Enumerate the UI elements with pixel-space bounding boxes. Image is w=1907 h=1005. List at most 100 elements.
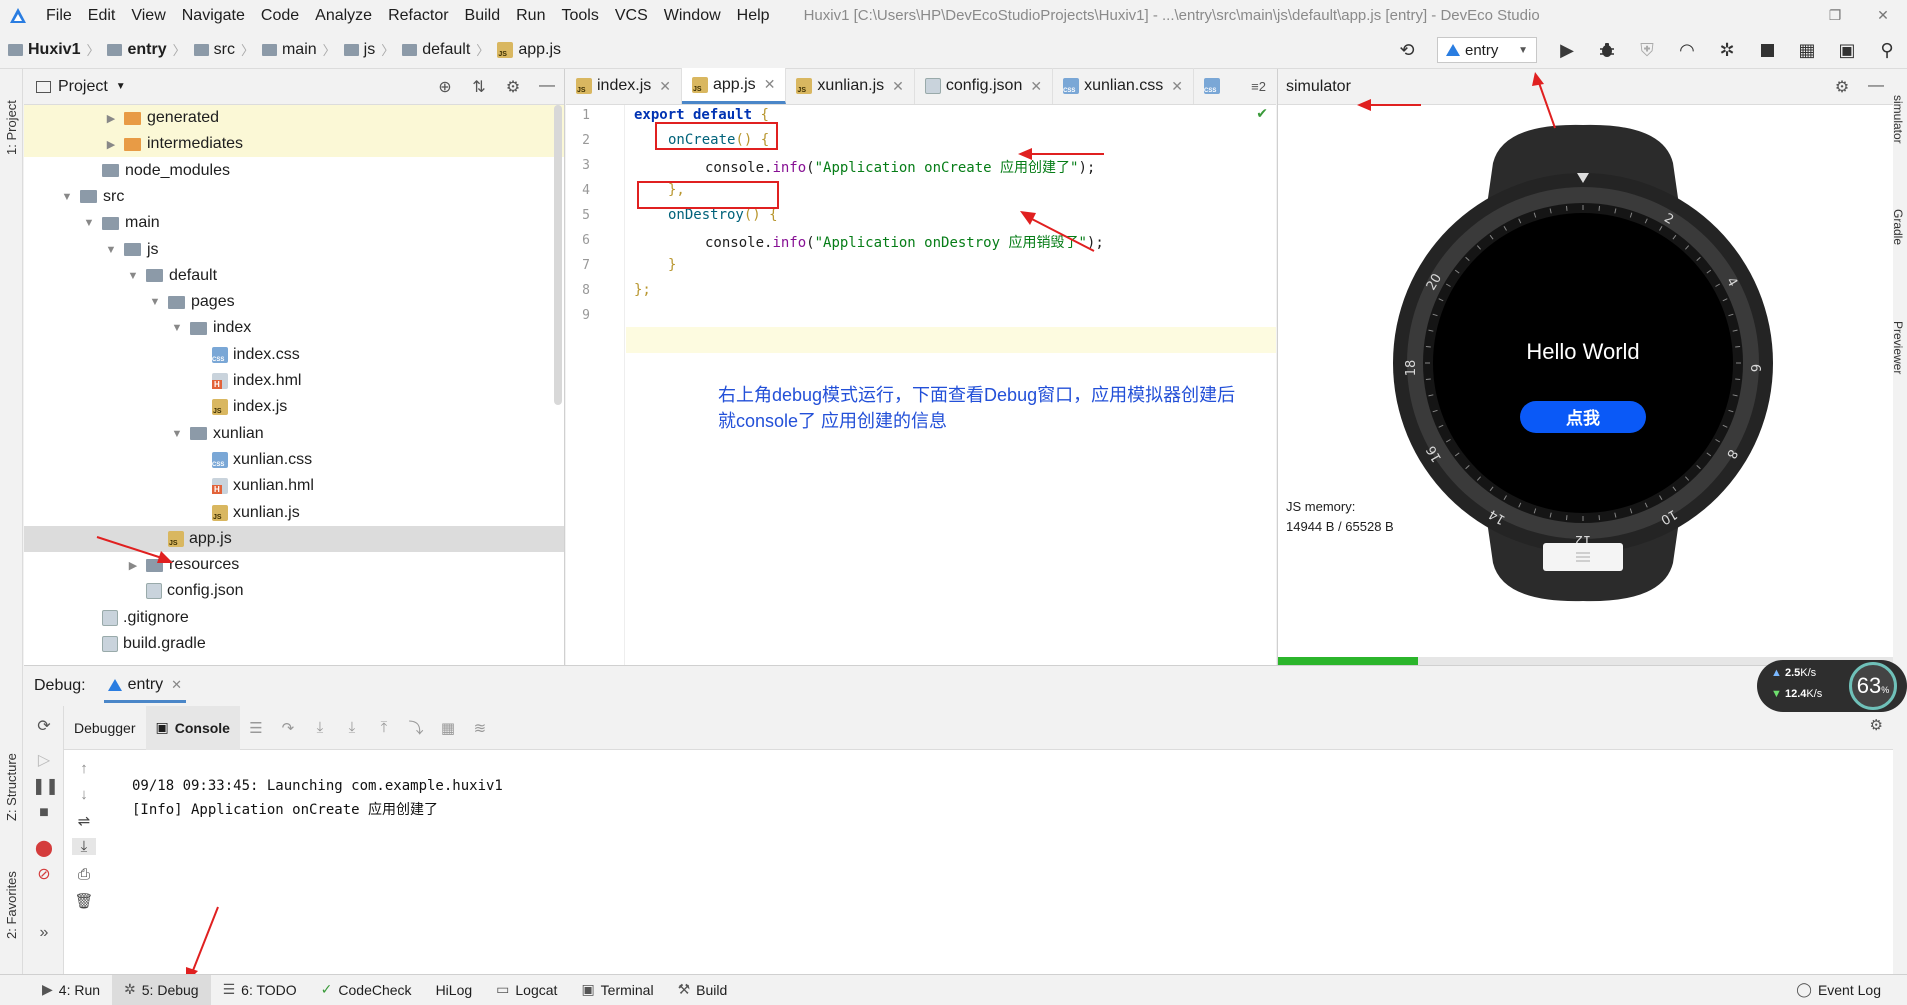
menu-edit[interactable]: Edit bbox=[80, 0, 124, 31]
trash-icon[interactable]: 🗑 bbox=[72, 892, 96, 910]
mute-breakpoints-icon[interactable]: ⊘ bbox=[32, 864, 56, 884]
close-icon[interactable]: ✕ bbox=[764, 76, 776, 93]
tree-item[interactable]: ▶ intermediates bbox=[24, 131, 564, 158]
view-breakpoints-icon[interactable]: ⬤ bbox=[32, 838, 56, 858]
chevron-down-icon[interactable]: ▼ bbox=[170, 322, 184, 334]
attach-debugger-icon[interactable]: ⛨ bbox=[1627, 35, 1667, 65]
debug-bug-icon[interactable] bbox=[1587, 35, 1627, 65]
scroll-to-end-icon[interactable]: ⤓ bbox=[72, 838, 96, 855]
breadcrumb-project[interactable]: Huxiv1 bbox=[28, 41, 80, 59]
debug-session-tab[interactable]: entry ✕ bbox=[103, 670, 187, 703]
breadcrumb-file[interactable]: app.js bbox=[518, 41, 561, 59]
run-to-cursor-icon[interactable]: ⤵ bbox=[400, 717, 432, 738]
menu-refactor[interactable]: Refactor bbox=[380, 0, 456, 31]
menu-window[interactable]: Window bbox=[656, 0, 729, 31]
breadcrumb-entry[interactable]: entry bbox=[127, 41, 166, 59]
tree-item[interactable]: ▶ generated bbox=[24, 105, 564, 131]
menu-tools[interactable]: Tools bbox=[553, 0, 606, 31]
gear-bug-icon[interactable]: ✲ bbox=[1707, 35, 1747, 65]
chevron-down-icon[interactable]: ▼ bbox=[104, 244, 118, 256]
chevron-down-icon[interactable]: ▼ bbox=[126, 270, 140, 282]
menu-build[interactable]: Build bbox=[457, 0, 509, 31]
run-configuration-select[interactable]: entry ▼ bbox=[1437, 37, 1537, 63]
step-out-icon[interactable]: ⤒ bbox=[368, 719, 400, 736]
menu-lines-icon[interactable]: ☰ bbox=[240, 719, 272, 737]
collapse-all-icon[interactable]: ⇅ bbox=[462, 77, 496, 97]
tab-console[interactable]: ▣ Console bbox=[145, 705, 240, 750]
trace-icon[interactable]: ≋ bbox=[464, 719, 496, 737]
tree-item[interactable]: ▼ js bbox=[24, 237, 564, 263]
chevron-down-icon[interactable]: ▼ bbox=[82, 217, 96, 229]
project-panel-title[interactable]: Project bbox=[58, 78, 108, 96]
close-icon[interactable]: ✕ bbox=[659, 78, 671, 95]
tree-item[interactable]: ▼ xunlian bbox=[24, 421, 564, 447]
tree-item[interactable]: ▼ default bbox=[24, 263, 564, 289]
tree-item[interactable]: ▼ index bbox=[24, 315, 564, 341]
stop-icon[interactable]: ■ bbox=[32, 804, 56, 822]
minimize-icon[interactable]: — bbox=[1859, 77, 1893, 97]
close-icon[interactable]: ✕ bbox=[892, 78, 904, 95]
todo-tool-button[interactable]: ☰ 6: TODO bbox=[211, 975, 309, 1005]
tab-app-js[interactable]: app.js ✕ bbox=[681, 68, 787, 104]
simulator-tool-tab[interactable]: simulator bbox=[1891, 95, 1905, 144]
menu-run[interactable]: Run bbox=[508, 0, 553, 31]
tab-index-js[interactable]: index.js ✕ bbox=[566, 68, 682, 104]
force-step-into-icon[interactable]: ⤓ bbox=[336, 719, 368, 736]
stop-icon[interactable] bbox=[1747, 35, 1787, 65]
chevron-down-icon[interactable]: ▼ bbox=[170, 428, 184, 440]
breadcrumb-main[interactable]: main bbox=[282, 41, 317, 59]
menu-vcs[interactable]: VCS bbox=[607, 0, 656, 31]
menu-help[interactable]: Help bbox=[729, 0, 778, 31]
tab-config-json[interactable]: config.json ✕ bbox=[915, 68, 1054, 104]
tab-overflow-menu[interactable]: ≡2 bbox=[1241, 68, 1276, 104]
tree-item[interactable]: index.hml bbox=[24, 368, 564, 394]
menu-file[interactable]: File bbox=[38, 0, 80, 31]
tree-item[interactable]: build.gradle bbox=[24, 631, 564, 657]
search-icon[interactable]: ⚲ bbox=[1867, 35, 1907, 65]
step-into-icon[interactable]: ⤓ bbox=[304, 719, 336, 736]
debug-tool-button[interactable]: ✲ 5: Debug bbox=[112, 974, 211, 1005]
rerun-icon[interactable]: ⟳ bbox=[32, 716, 56, 736]
menu-analyze[interactable]: Analyze bbox=[307, 0, 380, 31]
chevron-down-icon[interactable]: ▼ bbox=[148, 296, 162, 308]
menu-view[interactable]: View bbox=[123, 0, 173, 31]
logcat-tool-button[interactable]: ▭ Logcat bbox=[484, 975, 569, 1005]
print-icon[interactable]: ⎙ bbox=[72, 866, 96, 883]
tree-item[interactable]: ▼ pages bbox=[24, 289, 564, 315]
tree-item[interactable]: xunlian.css bbox=[24, 447, 564, 473]
minimize-icon[interactable]: — bbox=[530, 77, 564, 97]
tree-item[interactable]: ▼ main bbox=[24, 210, 564, 236]
locate-icon[interactable]: ⊕ bbox=[428, 77, 462, 97]
restore-window-icon[interactable]: ❐ bbox=[1811, 0, 1859, 31]
hilog-tool-button[interactable]: HiLog bbox=[424, 975, 485, 1005]
previewer-tool-tab[interactable]: Previewer bbox=[1891, 321, 1905, 374]
chevron-right-icon[interactable]: ▶ bbox=[104, 112, 118, 125]
menu-code[interactable]: Code bbox=[253, 0, 307, 31]
tree-item[interactable]: config.json bbox=[24, 578, 564, 604]
console-settings-icon[interactable]: ⚙ bbox=[1870, 716, 1883, 734]
gradle-tool-tab[interactable]: Gradle bbox=[1891, 209, 1905, 245]
resume-icon[interactable]: ▷ bbox=[32, 750, 56, 770]
tree-item[interactable]: node_modules bbox=[24, 158, 564, 184]
code-editor[interactable]: 123456789 ✔ export default { onCreate() … bbox=[566, 105, 1276, 665]
tab-debugger[interactable]: Debugger bbox=[64, 706, 146, 750]
tree-item[interactable]: xunlian.js bbox=[24, 500, 564, 526]
chevron-down-icon[interactable]: ▼ bbox=[116, 81, 126, 92]
breadcrumb-js[interactable]: js bbox=[364, 41, 376, 59]
sync-icon[interactable]: ⟲ bbox=[1387, 35, 1427, 65]
close-icon[interactable]: ✕ bbox=[1030, 78, 1042, 95]
profile-icon[interactable]: ◠ bbox=[1667, 35, 1707, 65]
build-tool-button[interactable]: ⚒ Build bbox=[666, 975, 740, 1005]
terminal-window-icon[interactable]: ▣ bbox=[1827, 35, 1867, 65]
evaluate-icon[interactable]: ▦ bbox=[432, 719, 464, 737]
pause-icon[interactable]: ❚❚ bbox=[32, 776, 59, 796]
tree-item[interactable]: ▼ src bbox=[24, 184, 564, 210]
menu-navigate[interactable]: Navigate bbox=[174, 0, 253, 31]
project-tool-tab[interactable]: 1: Project bbox=[4, 100, 19, 155]
tab-more[interactable] bbox=[1194, 68, 1235, 104]
step-over-icon[interactable]: ↷ bbox=[272, 719, 304, 737]
tree-scrollbar[interactable] bbox=[554, 105, 562, 405]
structure-tool-tab[interactable]: Z: Structure bbox=[4, 753, 19, 821]
tab-xunlian-css[interactable]: xunlian.css ✕ bbox=[1053, 68, 1194, 104]
event-log-button[interactable]: ◯ Event Log bbox=[1784, 975, 1893, 1005]
